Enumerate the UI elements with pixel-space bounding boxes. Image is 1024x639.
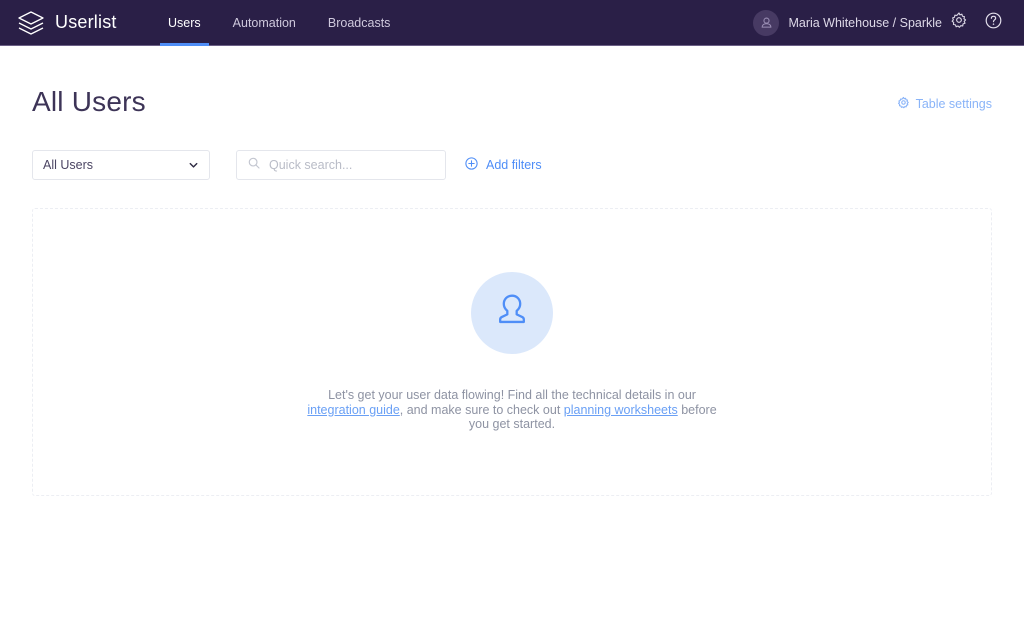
settings-button[interactable] xyxy=(942,6,976,40)
gear-icon xyxy=(950,11,968,34)
brand[interactable]: Userlist xyxy=(0,8,152,38)
main-nav: Users Automation Broadcasts xyxy=(152,0,406,46)
nav-item-automation[interactable]: Automation xyxy=(217,0,312,46)
search-box[interactable] xyxy=(236,150,446,180)
table-settings-label: Table settings xyxy=(915,97,992,111)
empty-text-part-2: , and make sure to check out xyxy=(399,402,564,417)
empty-state-text: Let's get your user data flowing! Find a… xyxy=(302,388,722,432)
page-body: All Users Table settings All Users Quick… xyxy=(0,46,1024,496)
nav-item-users-label: Users xyxy=(168,15,201,30)
avatar[interactable] xyxy=(753,9,780,36)
empty-text-part-1: Let's get your user data flowing! Find a… xyxy=(328,387,696,402)
gear-icon xyxy=(897,96,910,112)
search-input[interactable] xyxy=(269,158,435,172)
question-circle-icon xyxy=(984,11,1003,35)
page-title: All Users xyxy=(32,86,146,117)
layers-stack-icon xyxy=(16,8,46,38)
brand-name: Userlist xyxy=(55,12,117,32)
user-person-icon xyxy=(491,289,533,336)
nav-item-broadcasts[interactable]: Broadcasts xyxy=(312,0,407,46)
planning-worksheets-link[interactable]: planning worksheets xyxy=(564,403,678,417)
empty-state-panel: Let's get your user data flowing! Find a… xyxy=(32,208,992,496)
nav-item-broadcasts-label: Broadcasts xyxy=(327,15,391,30)
add-filters-button[interactable]: Add filters xyxy=(464,156,542,174)
table-settings-button[interactable]: Table settings xyxy=(897,96,992,118)
plus-circle-icon xyxy=(464,156,479,174)
segment-select-value: All Users xyxy=(43,158,94,172)
chevron-down-icon xyxy=(187,159,200,172)
integration-guide-link[interactable]: integration guide xyxy=(307,403,399,417)
page-head: All Users Table settings xyxy=(32,46,992,118)
search-icon xyxy=(247,156,261,175)
segment-select[interactable]: All Users xyxy=(32,150,210,180)
account-name[interactable]: Maria Whitehouse / Sparkle xyxy=(788,16,942,30)
toolbar: All Users Add xyxy=(32,150,992,180)
nav-item-users[interactable]: Users xyxy=(152,0,217,46)
nav-item-automation-label: Automation xyxy=(232,15,296,30)
app-header: Userlist Users Automation Broadcasts Mar… xyxy=(0,0,1024,46)
add-filters-label: Add filters xyxy=(486,158,542,172)
help-button[interactable] xyxy=(976,6,1010,40)
header-right: Maria Whitehouse / Sparkle xyxy=(753,6,1024,40)
empty-state-illustration xyxy=(471,271,553,354)
